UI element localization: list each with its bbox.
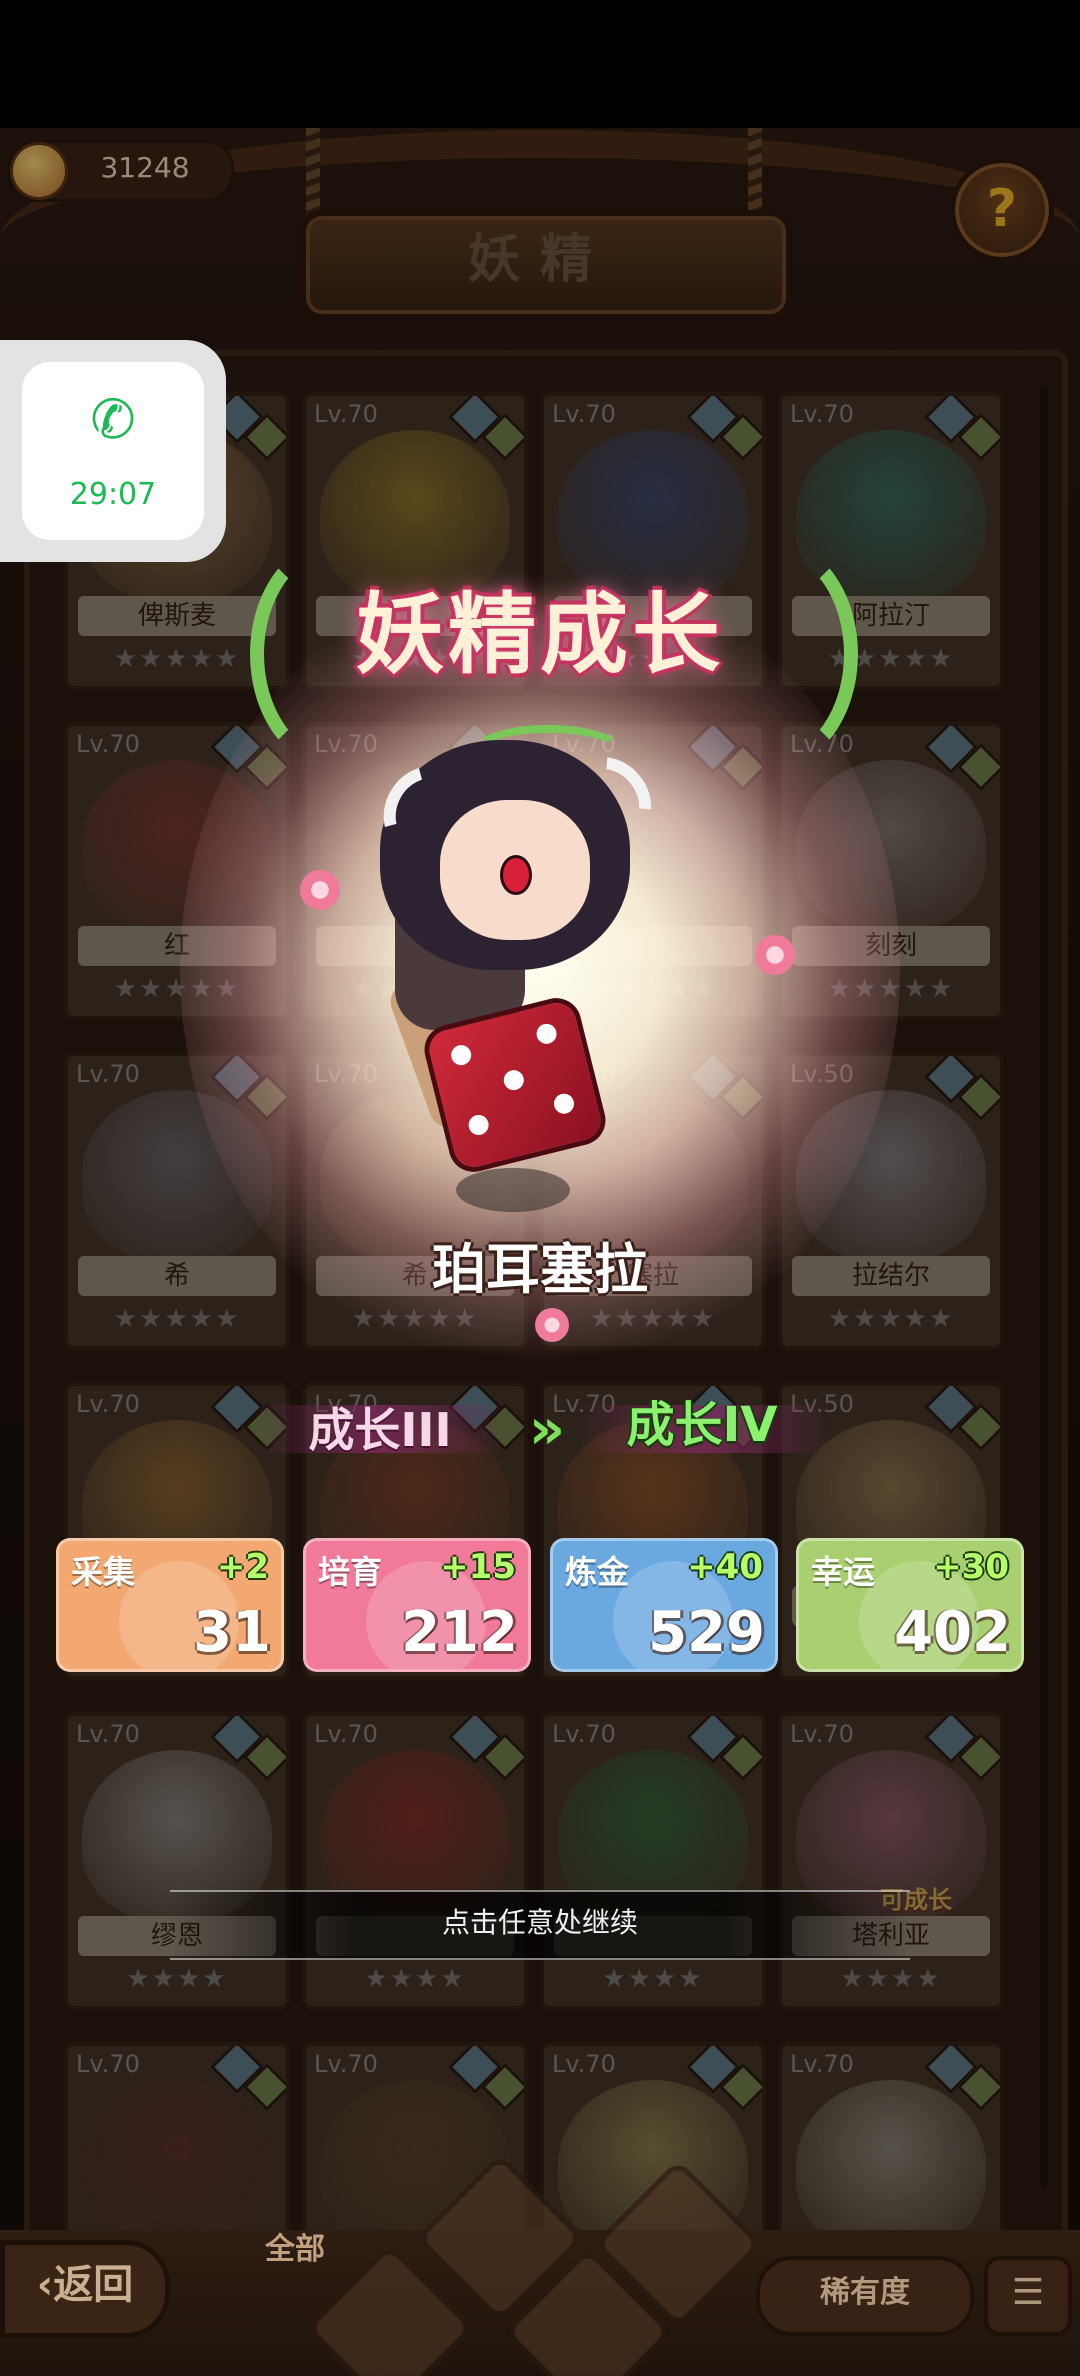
stat-value: 402 [894, 1600, 1011, 1665]
screen[interactable]: 31248 ? 妖精 Lv.70俾斯麦★★★★★Lv.70★★★★★Lv.70★… [0, 0, 1080, 2376]
character-shadow [456, 1168, 570, 1212]
stat-increase: +15 [440, 1547, 516, 1587]
character-eye [500, 855, 532, 895]
stat-value: 212 [401, 1600, 518, 1665]
growth-to: 成长IV [626, 1397, 778, 1453]
growth-from: 成长III [308, 1403, 452, 1457]
flower-icon [755, 935, 795, 975]
growth-banner-title: 妖精成长 [355, 583, 724, 686]
chevron-left-icon: ‹ [36, 2262, 54, 2308]
stat-label: 幸运 [811, 1553, 876, 1591]
continue-hint[interactable]: 点击任意处继续 [170, 1890, 910, 1956]
stat-label: 采集 [71, 1553, 136, 1591]
stat-card: 炼金 +40 529 [550, 1538, 778, 1672]
stat-increase: +2 [216, 1547, 269, 1587]
back-label: 返回 [53, 2262, 134, 2308]
stat-card: 幸运 +30 402 [796, 1538, 1024, 1672]
flower-icon [300, 870, 340, 910]
call-duration: 29:07 [69, 477, 157, 512]
tab-all[interactable]: 全部 [240, 2222, 350, 2278]
stat-increase: +30 [933, 1547, 1009, 1587]
flower-icon [535, 1308, 569, 1342]
stat-label: 培育 [318, 1553, 383, 1591]
stat-card: 采集 +2 31 [56, 1538, 284, 1672]
stat-increase: +40 [687, 1547, 763, 1587]
rarity-sort-button[interactable]: 稀有度 [756, 2256, 974, 2336]
phone-icon: ✆ [90, 388, 136, 451]
stat-card: 培育 +15 212 [303, 1538, 531, 1672]
stat-label: 炼金 [565, 1553, 630, 1591]
stat-value: 31 [193, 1600, 271, 1665]
sort-icon[interactable]: ☰ [984, 2256, 1072, 2336]
character-name: 珀耳塞拉 [432, 1238, 648, 1301]
status-area [0, 0, 1080, 128]
back-button[interactable]: ‹返回 [0, 2240, 170, 2338]
double-arrow-icon: » [528, 1397, 565, 1462]
stat-value: 529 [648, 1600, 765, 1665]
